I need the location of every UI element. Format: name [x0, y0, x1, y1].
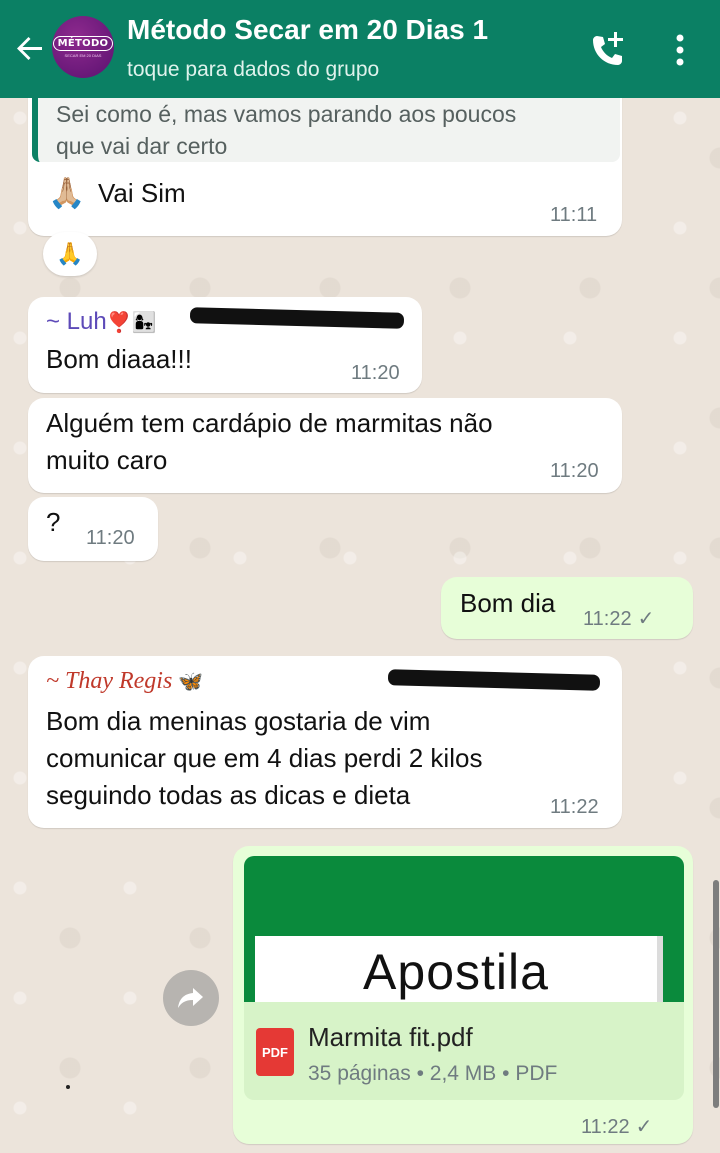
message-line: Alguém tem cardápio de marmitas não: [46, 408, 493, 438]
stray-dot: [66, 1085, 70, 1089]
reaction-badge[interactable]: 🙏: [43, 232, 97, 276]
more-vert-icon[interactable]: [668, 30, 692, 70]
scrollbar[interactable]: [713, 880, 719, 1108]
message-text: Bom dia meninas gostaria de vim comunica…: [46, 703, 482, 814]
document-preview[interactable]: Apostila: [244, 856, 684, 1002]
document-attachment[interactable]: PDF Marmita fit.pdf 35 páginas • 2,4 MB …: [244, 1002, 684, 1100]
message-time: 11:22 ✓: [581, 1114, 652, 1139]
quoted-message[interactable]: Sei como é, mas vamos parando aos poucos…: [32, 98, 620, 162]
sent-check-icon: ✓: [635, 1116, 653, 1138]
sender-emoji: 🦋: [178, 671, 204, 693]
back-arrow-icon[interactable]: [10, 28, 50, 68]
message-time: 11:20: [86, 527, 135, 549]
praying-hands-emoji: 🙏🏼: [48, 177, 86, 210]
add-call-icon[interactable]: [586, 28, 630, 72]
message-text: Vai Sim: [98, 178, 186, 208]
message-time: 11:22: [550, 796, 599, 818]
message-line: muito caro: [46, 445, 168, 475]
message-text: Alguém tem cardápio de marmitas não muit…: [46, 405, 493, 479]
document-meta: 35 páginas • 2,4 MB • PDF: [308, 1062, 558, 1085]
message-time-text: 11:22: [581, 1116, 630, 1138]
sender-name[interactable]: ~ Luh❣️👩‍👧: [46, 308, 157, 336]
sent-check-icon: ✓: [637, 608, 655, 630]
sender-name[interactable]: ~ Thay Regis 🦋: [46, 668, 203, 695]
document-preview-text: Apostila: [363, 944, 549, 1000]
message-text: Bom dia: [460, 588, 556, 618]
avatar-logo-subtext: SECAR EM 20 DIAS: [64, 53, 102, 58]
message-line: comunicar que em 4 dias perdi 2 kilos: [46, 743, 483, 773]
sender-name-text: ~ Thay Regis: [46, 668, 173, 694]
chat-subtitle[interactable]: toque para dados do grupo: [127, 58, 379, 82]
sender-name-text: ~ Luh: [46, 308, 107, 335]
message-line: Bom dia meninas gostaria de vim: [46, 706, 431, 736]
document-page-thumbnail: Apostila: [255, 936, 657, 1002]
message-time: 11:11: [550, 204, 598, 226]
group-avatar[interactable]: MÉTODO SECAR EM 20 DIAS: [52, 16, 114, 78]
message-time-text: 11:22: [583, 608, 632, 630]
quoted-line: Sei como é, mas vamos parando aos poucos: [56, 101, 517, 127]
forward-icon: [178, 988, 203, 1008]
message-text: ?: [46, 507, 61, 537]
sender-emoji: ❣️👩‍👧: [106, 312, 157, 334]
reaction-emoji: 🙏: [56, 241, 84, 266]
quoted-line: que vai dar certo: [56, 133, 228, 159]
chat-header[interactable]: MÉTODO SECAR EM 20 DIAS Método Secar em …: [0, 0, 720, 98]
pdf-file-icon: PDF: [256, 1028, 294, 1076]
message-time: 11:22 ✓: [583, 606, 654, 631]
message-text: Bom diaaa!!!: [46, 344, 192, 374]
pdf-icon-label: PDF: [262, 1044, 288, 1060]
chat-title[interactable]: Método Secar em 20 Dias 1: [127, 14, 488, 46]
message-time: 11:20: [351, 362, 400, 384]
message-line: seguindo todas as dicas e dieta: [46, 780, 411, 810]
document-filename: Marmita fit.pdf: [308, 1022, 473, 1052]
avatar-logo-text: MÉTODO: [52, 36, 114, 51]
message-time: 11:20: [550, 460, 599, 482]
forward-button[interactable]: [163, 970, 219, 1026]
